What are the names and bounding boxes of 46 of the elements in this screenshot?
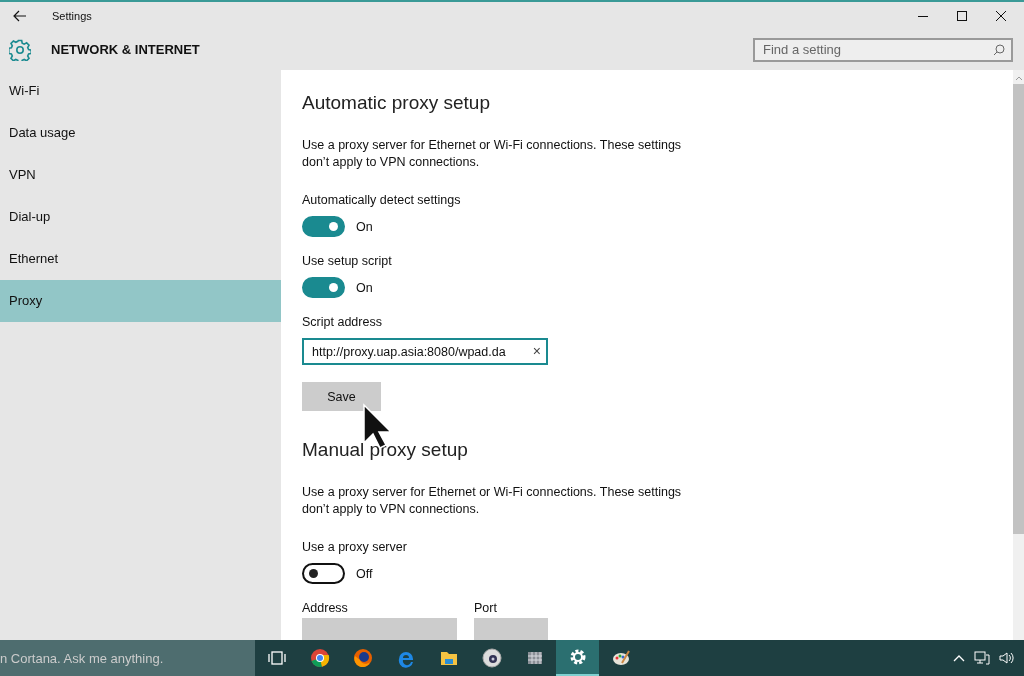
save-button[interactable]: Save xyxy=(302,382,381,411)
toggle-state: On xyxy=(356,219,373,234)
section-heading: Manual proxy setup xyxy=(302,439,469,461)
toggle-switch[interactable] xyxy=(302,277,345,298)
disc-icon xyxy=(481,648,502,668)
toggle-state: On xyxy=(356,280,373,295)
maximize-icon[interactable] xyxy=(957,10,967,21)
search-icon[interactable] xyxy=(993,43,1005,56)
toggle-state: Off xyxy=(356,566,373,581)
taskbar-button[interactable] xyxy=(556,640,599,676)
browser-icon xyxy=(309,648,330,668)
nav-item[interactable]: VPN xyxy=(0,154,281,196)
field-label: Port xyxy=(474,601,498,615)
search-field[interactable]: Find a setting xyxy=(753,37,1013,62)
setting-label: Script address xyxy=(302,315,383,329)
scrollbar[interactable] xyxy=(1013,70,1024,640)
toggle-switch[interactable] xyxy=(302,563,345,584)
description-text: Use a proxy server for Ethernet or Wi-Fi connections. These settings don’t apply to VPN connections. xyxy=(302,484,683,518)
clear-button[interactable]: × xyxy=(532,343,541,359)
toggle-switch[interactable] xyxy=(302,216,345,237)
nav-item[interactable]: Wi-Fi xyxy=(0,70,281,112)
address-field[interactable] xyxy=(302,618,457,640)
nav-item[interactable]: Data usage xyxy=(0,112,281,154)
back-icon[interactable] xyxy=(13,9,27,22)
setting-label: Use a proxy server xyxy=(302,540,408,554)
nav-item[interactable]: Dial-up xyxy=(0,196,281,238)
section-title: NETWORK & INTERNET xyxy=(51,42,200,57)
window-title: Settings xyxy=(52,9,92,22)
nav-item[interactable]: Proxy xyxy=(0,280,281,322)
chevron-up-icon[interactable] xyxy=(953,654,965,662)
task-view-icon xyxy=(266,648,287,668)
description-text: Use a proxy server for Ethernet or Wi-Fi connections. These settings don’t apply to VPN connections. xyxy=(302,137,683,171)
close-icon[interactable] xyxy=(996,10,1006,21)
network-icon[interactable] xyxy=(974,651,990,665)
field-label: Address xyxy=(302,601,349,615)
gear-icon xyxy=(9,38,31,61)
browser-icon xyxy=(352,648,373,668)
paint-palette-icon xyxy=(610,648,631,668)
setting-label: Automatically detect settings xyxy=(302,193,462,207)
volume-icon[interactable] xyxy=(999,651,1015,665)
cortana-search-field[interactable]: n Cortana. Ask me anything. xyxy=(0,640,255,676)
scrollbar-thumb[interactable] xyxy=(1013,84,1024,534)
nav-item[interactable]: Ethernet xyxy=(0,238,281,280)
port-field[interactable] xyxy=(474,618,548,640)
setting-label: Use setup script xyxy=(302,254,393,268)
section-heading: Automatic proxy setup xyxy=(302,92,491,114)
